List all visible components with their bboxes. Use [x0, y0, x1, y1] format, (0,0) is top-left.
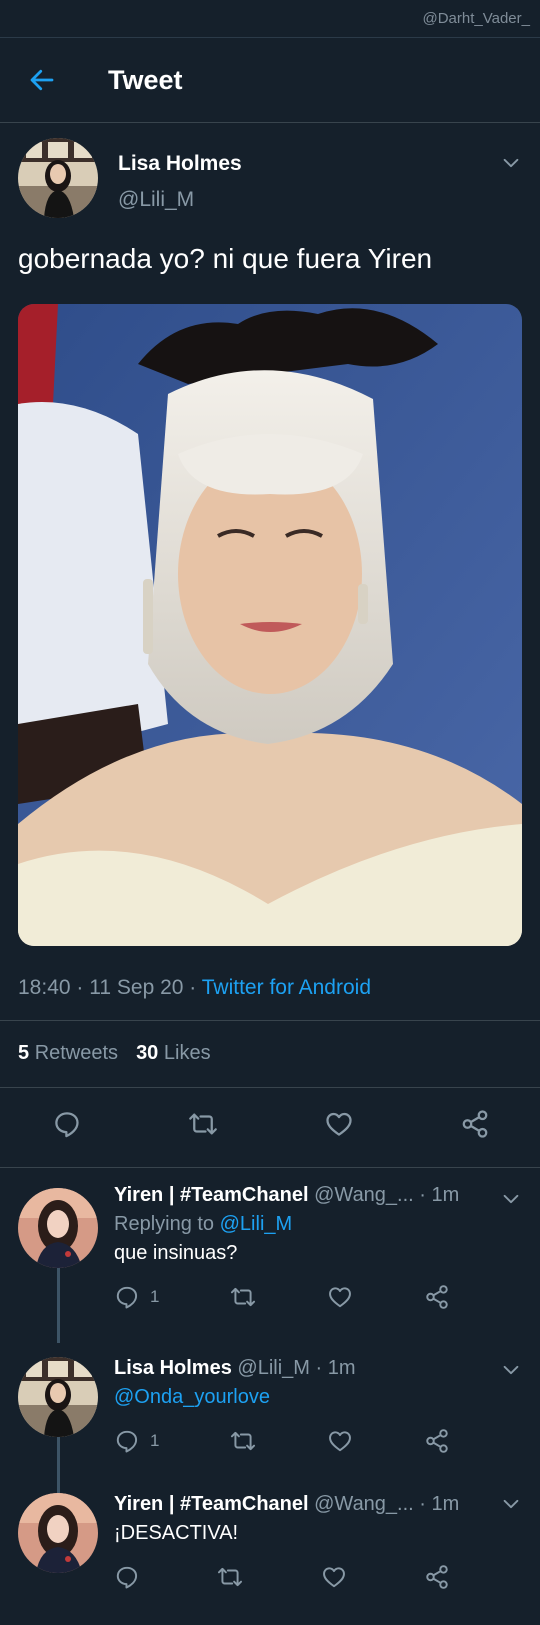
avatar[interactable]	[18, 1188, 98, 1268]
reply-text-mention[interactable]: @Onda_yourlove	[114, 1386, 540, 1409]
reply-icon	[114, 1564, 140, 1590]
reply-icon	[114, 1428, 140, 1454]
tweet-media[interactable]	[18, 303, 522, 946]
back-button[interactable]	[22, 60, 62, 100]
tweet-stats: 5 Retweets 30 Likes	[18, 1021, 522, 1087]
reply-count: 1	[150, 1287, 160, 1306]
tweet-meta: 18:40 · 11 Sep 20 · Twitter for Android	[18, 976, 522, 1000]
page-title: Tweet	[108, 64, 183, 95]
chevron-down-icon	[500, 1188, 522, 1210]
chevron-down-icon	[500, 1493, 522, 1515]
reply-time: 1m	[431, 1184, 460, 1206]
reply-menu-button[interactable]	[500, 1493, 522, 1520]
watermark: @Darht_Vader_	[422, 10, 530, 27]
retweet-action[interactable]	[217, 1564, 243, 1590]
share-icon[interactable]	[460, 1109, 490, 1139]
avatar[interactable]	[18, 138, 98, 218]
share-action[interactable]	[424, 1284, 450, 1310]
reply-header: Yiren | #TeamChanel @Wang_... · 1m	[114, 1184, 540, 1207]
reply-menu-button[interactable]	[500, 1188, 522, 1215]
tweet-author: Lisa Holmes @Lili_M	[18, 138, 522, 220]
replying-to: Replying to @Lili_M	[114, 1213, 293, 1235]
retweets-stat[interactable]: 5 Retweets	[18, 1042, 118, 1065]
divider	[0, 1086, 540, 1088]
reply-author-name[interactable]: Yiren | #TeamChanel	[114, 1493, 309, 1515]
reply-actions: 1	[114, 1427, 450, 1455]
meta-separator: ·	[76, 975, 84, 999]
like-icon	[327, 1284, 353, 1310]
like-action[interactable]	[321, 1564, 347, 1590]
reply-count: 1	[150, 1431, 160, 1450]
meta-separator: ·	[419, 1493, 426, 1515]
share-action[interactable]	[424, 1428, 450, 1454]
tweet-menu-button[interactable]	[500, 152, 522, 179]
reply-text: ¡DESACTIVA!	[114, 1522, 239, 1544]
reply-icon[interactable]	[52, 1109, 82, 1139]
share-icon	[424, 1564, 450, 1590]
reply-actions	[114, 1563, 450, 1591]
avatar-image	[18, 1188, 98, 1268]
share-icon	[424, 1428, 450, 1454]
reply-time: 1m	[431, 1493, 460, 1515]
reply-author-handle[interactable]: @Wang_...	[314, 1493, 414, 1515]
reply-time: 1m	[327, 1357, 356, 1379]
tweet-time: 18:40	[18, 975, 71, 999]
avatar-image	[18, 1357, 98, 1437]
retweet-icon	[230, 1428, 256, 1454]
reply-author-handle[interactable]: @Wang_...	[314, 1184, 414, 1206]
reply-header: Lisa Holmes @Lili_M · 1m	[114, 1357, 540, 1380]
meta-separator: ·	[315, 1357, 323, 1379]
reply-item[interactable]: Yiren | #TeamChanel @Wang_... · 1m Reply…	[0, 1168, 540, 1343]
tweet-text: gobernada yo? ni que fuera Yiren	[18, 243, 433, 274]
retweet-icon	[217, 1564, 243, 1590]
app-header: Tweet	[0, 38, 540, 123]
likes-stat[interactable]: 30 Likes	[136, 1042, 211, 1065]
main-tweet: Lisa Holmes @Lili_M gobernada yo? ni que…	[0, 138, 540, 1156]
chevron-down-icon	[500, 152, 522, 174]
back-arrow-icon	[30, 69, 54, 91]
reply-action[interactable]	[114, 1564, 140, 1590]
like-action[interactable]	[327, 1284, 353, 1310]
like-icon	[321, 1564, 347, 1590]
retweet-action[interactable]	[230, 1284, 256, 1310]
tweet-date: 11 Sep 20	[89, 975, 184, 999]
reply-header: Yiren | #TeamChanel @Wang_... · 1m	[114, 1493, 540, 1516]
reply-action[interactable]: 1	[114, 1428, 159, 1454]
share-icon	[424, 1284, 450, 1310]
like-icon	[327, 1428, 353, 1454]
retweet-action[interactable]	[230, 1428, 256, 1454]
mention-link[interactable]: @Lili_M	[220, 1213, 293, 1235]
avatar-image	[18, 1493, 98, 1573]
reply-action[interactable]: 1	[114, 1284, 159, 1310]
author-handle[interactable]: @Lili_M	[118, 188, 242, 212]
reply-thread: Yiren | #TeamChanel @Wang_... · 1m Reply…	[0, 1167, 540, 1613]
reply-text: que insinuas?	[114, 1242, 238, 1264]
reply-author-handle[interactable]: @Lili_M	[237, 1357, 310, 1379]
thread-line	[57, 1268, 60, 1343]
reply-author-name[interactable]: Lisa Holmes	[114, 1357, 232, 1379]
avatar[interactable]	[18, 1357, 98, 1437]
retweet-icon[interactable]	[188, 1109, 218, 1139]
tweet-source-link[interactable]: Twitter for Android	[202, 976, 371, 999]
share-action[interactable]	[424, 1564, 450, 1590]
reply-actions: 1	[114, 1283, 450, 1311]
like-icon[interactable]	[324, 1109, 354, 1139]
chevron-down-icon	[500, 1359, 522, 1381]
reply-menu-button[interactable]	[500, 1359, 522, 1386]
tweet-photo	[18, 303, 522, 946]
reply-author-name[interactable]: Yiren | #TeamChanel	[114, 1184, 309, 1206]
author-name[interactable]: Lisa Holmes	[118, 152, 242, 176]
avatar[interactable]	[18, 1493, 98, 1573]
reply-icon	[114, 1284, 140, 1310]
meta-separator: ·	[189, 975, 197, 999]
like-action[interactable]	[327, 1428, 353, 1454]
reply-item[interactable]: Yiren | #TeamChanel @Wang_... · 1m ¡DESA…	[0, 1473, 540, 1613]
tweet-actions	[18, 1092, 522, 1156]
reply-item[interactable]: Lisa Holmes @Lili_M · 1m @Onda_yourlove …	[0, 1339, 540, 1493]
meta-separator: ·	[419, 1184, 426, 1206]
avatar-image	[18, 138, 98, 218]
retweet-icon	[230, 1284, 256, 1310]
